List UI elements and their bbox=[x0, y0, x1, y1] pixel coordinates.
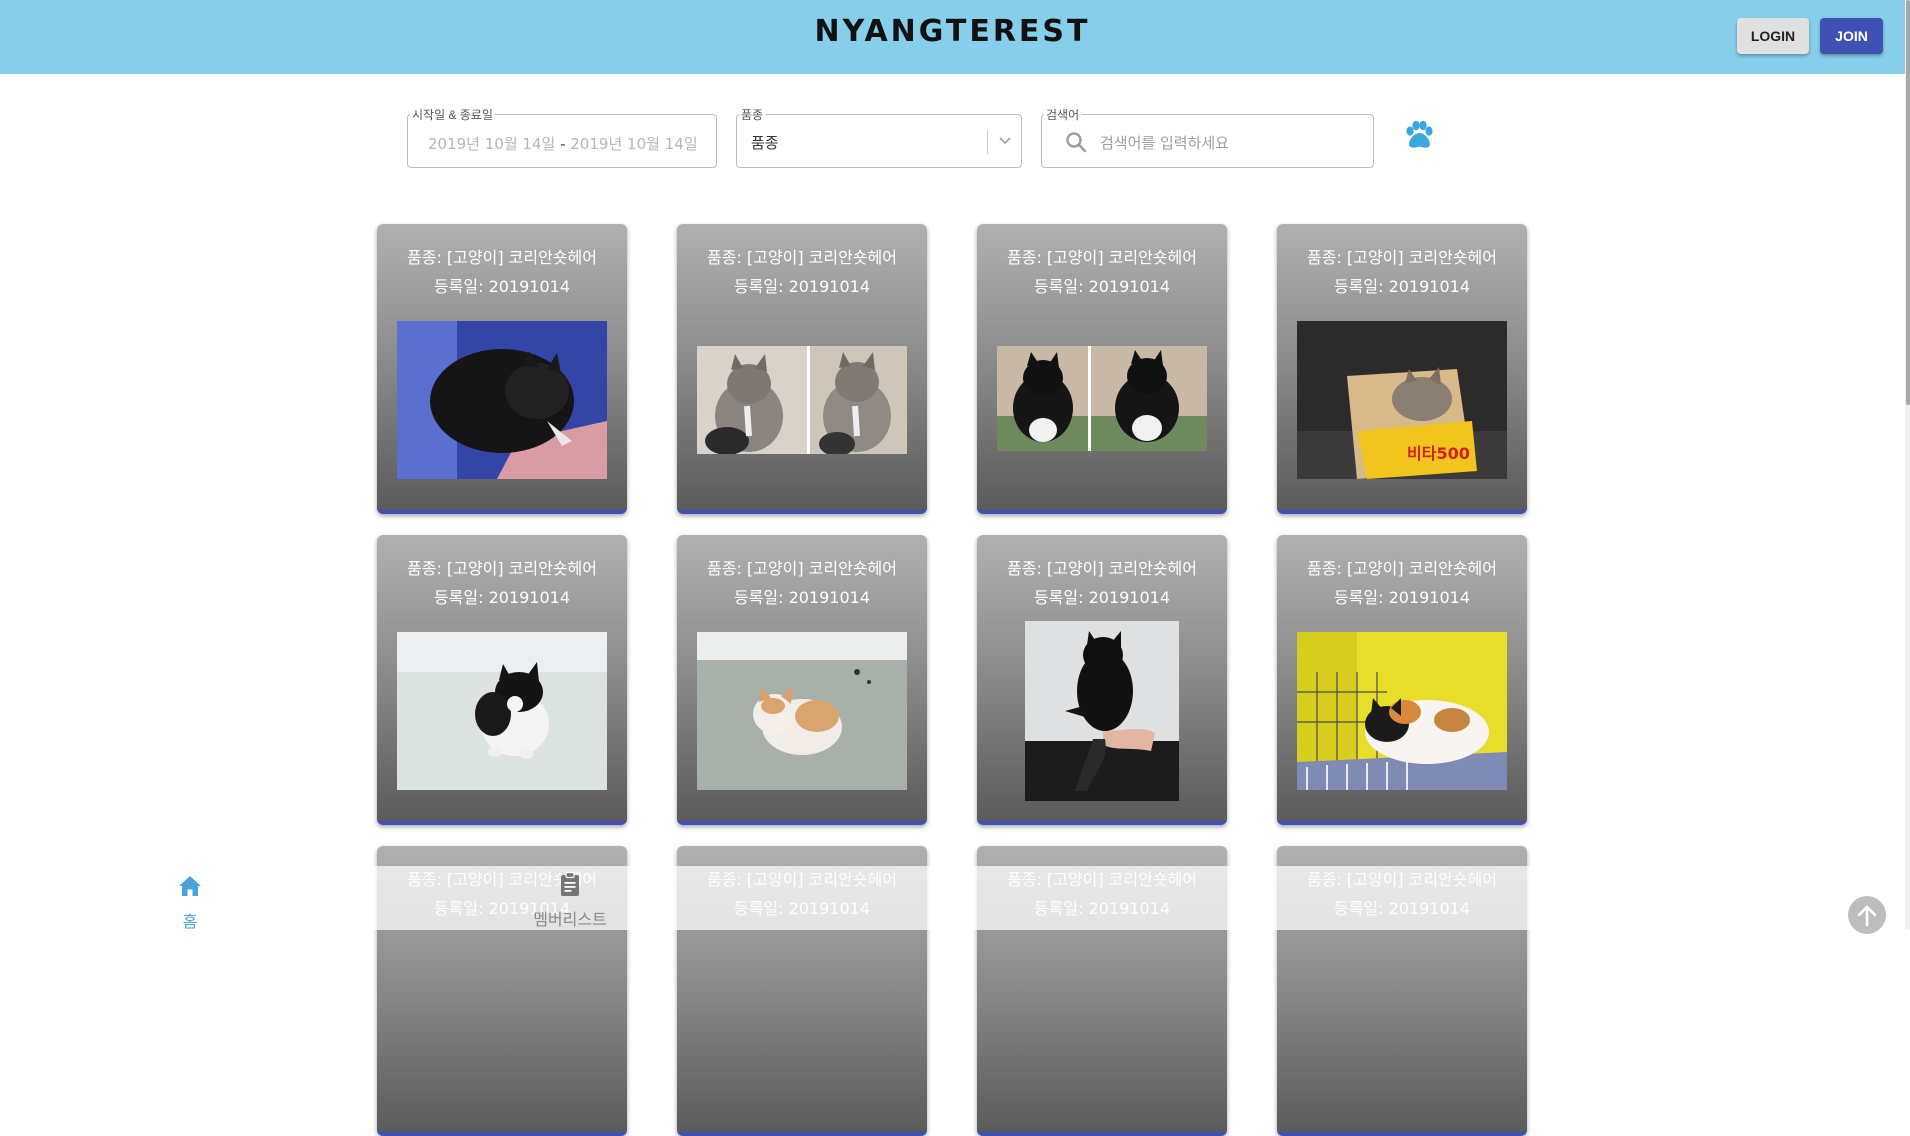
card-date: 등록일: 20191014 bbox=[733, 588, 871, 607]
paw-icon[interactable] bbox=[1401, 118, 1437, 154]
cat-photo[interactable] bbox=[397, 632, 607, 790]
bottom-navigation: 홈 멤버리스트 bbox=[0, 866, 1905, 931]
search-legend: 검색어 bbox=[1044, 106, 1082, 123]
clipboard-icon bbox=[561, 871, 579, 896]
search-field[interactable]: 검색어 검색어를 입력하세요 bbox=[1041, 106, 1374, 168]
nav-item-home[interactable]: 홈 bbox=[90, 866, 290, 931]
card-breed: 품종: [고양이] 코리안숏헤어 bbox=[707, 559, 897, 578]
end-date[interactable]: 2019년 10월 14일 bbox=[570, 135, 697, 153]
card-breed: 품종: [고양이] 코리안숏헤어 bbox=[1307, 248, 1497, 267]
cat-card[interactable]: 품종: [고양이] 코리안숏헤어등록일: 20191014 bbox=[377, 224, 627, 514]
date-range-field[interactable]: 시작일 & 종료일 2019년 10월 14일 - 2019년 10월 14일 bbox=[407, 106, 717, 168]
card-breed: 품종: [고양이] 코리안숏헤어 bbox=[1007, 248, 1197, 267]
card-date: 등록일: 20191014 bbox=[733, 277, 871, 296]
cat-photo[interactable] bbox=[1297, 632, 1507, 790]
breed-legend: 품종 bbox=[739, 106, 766, 123]
cat-photo[interactable] bbox=[697, 346, 907, 454]
card-date: 등록일: 20191014 bbox=[1333, 588, 1471, 607]
cat-photo[interactable]: 비타500 bbox=[1297, 321, 1507, 479]
search-input[interactable]: 검색어를 입력하세요 bbox=[1100, 132, 1229, 153]
card-date: 등록일: 20191014 bbox=[433, 277, 571, 296]
cat-card[interactable]: 품종: [고양이] 코리안숏헤어등록일: 20191014 bbox=[677, 224, 927, 514]
date-range-value[interactable]: 2019년 10월 14일 - 2019년 10월 14일 bbox=[428, 133, 698, 154]
card-breed: 품종: [고양이] 코리안숏헤어 bbox=[707, 248, 897, 267]
cat-card[interactable]: 품종: [고양이] 코리안숏헤어등록일: 20191014 bbox=[977, 535, 1227, 825]
cat-card[interactable]: 품종: [고양이] 코리안숏헤어등록일: 20191014 비타500 bbox=[1277, 224, 1527, 514]
chevron-down-icon[interactable] bbox=[997, 132, 1013, 148]
cat-card[interactable]: 품종: [고양이] 코리안숏헤어등록일: 20191014 bbox=[1277, 535, 1527, 825]
card-breed: 품종: [고양이] 코리안숏헤어 bbox=[407, 248, 597, 267]
card-date: 등록일: 20191014 bbox=[433, 588, 571, 607]
breed-selected-value: 품종 bbox=[751, 134, 779, 152]
card-breed: 품종: [고양이] 코리안숏헤어 bbox=[1307, 559, 1497, 578]
card-breed: 품종: [고양이] 코리안숏헤어 bbox=[407, 559, 597, 578]
select-divider bbox=[987, 130, 988, 154]
card-date: 등록일: 20191014 bbox=[1033, 588, 1171, 607]
cat-card[interactable]: 품종: [고양이] 코리안숏헤어등록일: 20191014 bbox=[977, 224, 1227, 514]
svg-text:비타500: 비타500 bbox=[1407, 444, 1470, 463]
scroll-top-button[interactable] bbox=[1848, 896, 1886, 934]
card-date: 등록일: 20191014 bbox=[1033, 277, 1171, 296]
card-breed: 품종: [고양이] 코리안숏헤어 bbox=[1007, 559, 1197, 578]
cat-photo[interactable] bbox=[997, 346, 1207, 451]
login-button[interactable]: LOGIN bbox=[1737, 18, 1809, 54]
card-date: 등록일: 20191014 bbox=[1333, 277, 1471, 296]
nav-label-home: 홈 bbox=[182, 912, 198, 931]
nav-label-members: 멤버리스트 bbox=[533, 910, 607, 929]
breed-select[interactable]: 품종 품종 bbox=[736, 106, 1022, 168]
cat-photo[interactable] bbox=[397, 321, 607, 479]
cat-card[interactable]: 품종: [고양이] 코리안숏헤어등록일: 20191014 bbox=[377, 535, 627, 825]
cat-photo[interactable] bbox=[697, 632, 907, 790]
join-button[interactable]: JOIN bbox=[1820, 18, 1883, 54]
app-header: NYANGTEREST LOGIN JOIN bbox=[0, 0, 1905, 74]
scrollbar-thumb[interactable] bbox=[1906, 0, 1910, 405]
home-icon bbox=[179, 876, 201, 896]
date-range-legend: 시작일 & 종료일 bbox=[410, 106, 495, 123]
search-icon bbox=[1066, 132, 1087, 153]
nav-item-members[interactable]: 멤버리스트 bbox=[470, 866, 670, 930]
arrow-up-icon bbox=[1857, 905, 1877, 927]
cat-photo[interactable] bbox=[1025, 621, 1179, 801]
date-separator: - bbox=[560, 135, 566, 153]
start-date[interactable]: 2019년 10월 14일 bbox=[428, 135, 555, 153]
app-logo[interactable]: NYANGTEREST bbox=[0, 14, 1905, 49]
cat-card[interactable]: 품종: [고양이] 코리안숏헤어등록일: 20191014 bbox=[677, 535, 927, 825]
